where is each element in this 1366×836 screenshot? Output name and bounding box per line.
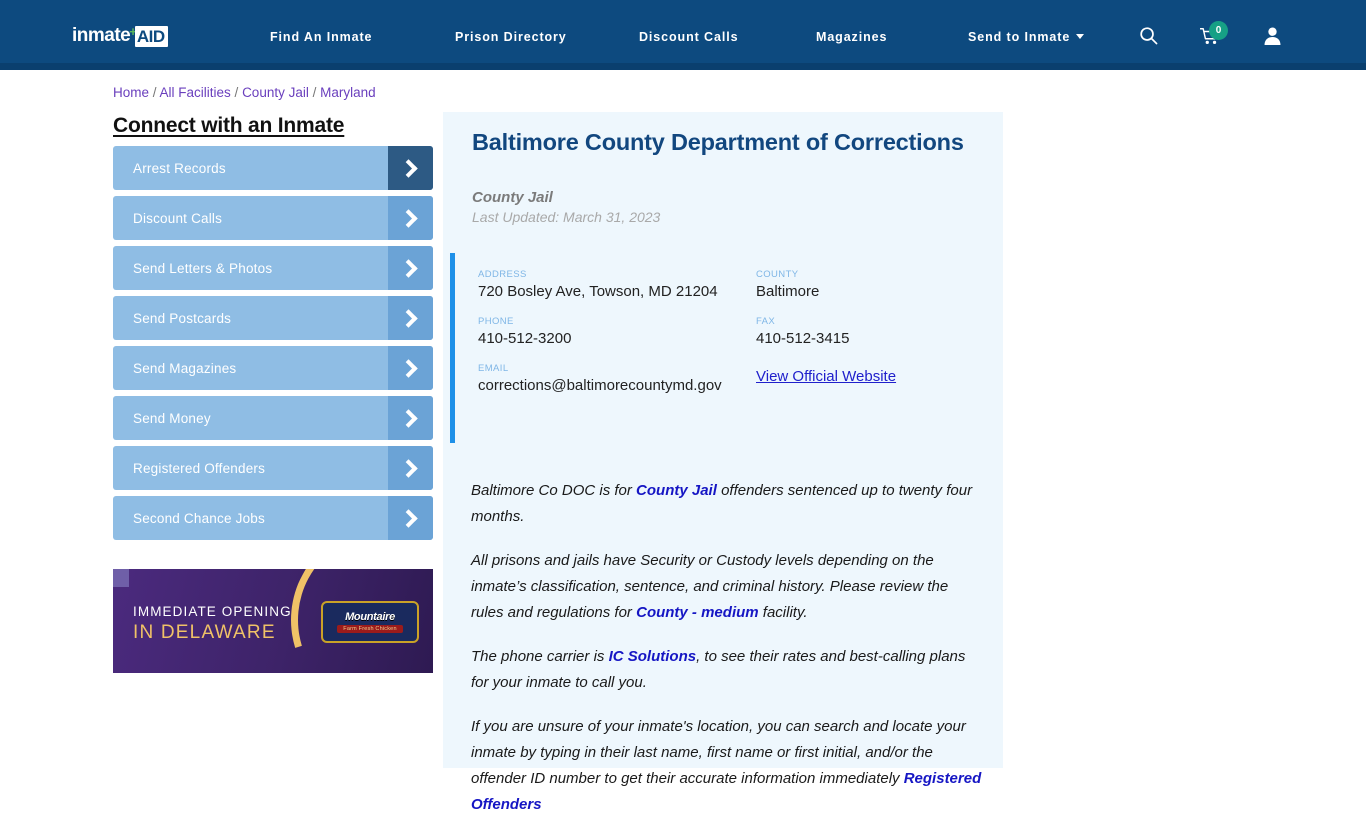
chevron-right-icon (388, 346, 433, 390)
body-text: Baltimore Co DOC is for (471, 482, 637, 499)
nav-item-discount-calls[interactable]: Discount Calls (639, 30, 738, 44)
ad-logo-name: Mountaire (345, 611, 395, 623)
chevron-right-icon (388, 496, 433, 540)
chevron-right-icon (388, 446, 433, 490)
phone-value[interactable]: 410-512-3200 (478, 330, 728, 348)
info-accent-bar (450, 253, 455, 443)
highlighted-link-text[interactable]: County - medium (636, 604, 759, 621)
breadcrumb: Home / All Facilities / County Jail / Ma… (113, 85, 376, 100)
chevron-down-icon (1076, 34, 1085, 39)
advertisement-banner[interactable]: IMMEDIATE OPENING IN DELAWARE Mountaire … (113, 569, 433, 673)
website-field: View Official Website (756, 362, 976, 386)
county-field: COUNTY Baltimore (756, 268, 976, 301)
facility-description: Baltimore Co DOC is for County Jail offe… (471, 478, 984, 836)
sidebar-item-send-magazines[interactable]: Send Magazines (113, 346, 433, 390)
cart-count-badge: 0 (1209, 21, 1228, 40)
sidebar-item-label: Arrest Records (133, 160, 226, 176)
logo-aid-box: AID (134, 25, 168, 47)
fax-label: FAX (756, 316, 776, 327)
info-column-right: COUNTY Baltimore FAX 410-512-3415 View O… (756, 268, 976, 400)
breadcrumb-separator: / (308, 85, 321, 100)
ad-headline-2: IN DELAWARE (133, 622, 276, 643)
body-text: If you are unsure of your inmate's locat… (471, 718, 966, 787)
county-label: COUNTY (756, 269, 799, 280)
facility-type: County Jail (472, 189, 553, 206)
nav-item-find-an-inmate[interactable]: Find An Inmate (270, 30, 372, 44)
view-official-website-link[interactable]: View Official Website (756, 368, 896, 385)
site-logo[interactable]: inmate + AID (72, 24, 168, 48)
sidebar-item-registered-offenders[interactable]: Registered Offenders (113, 446, 433, 490)
description-paragraph: All prisons and jails have Security or C… (471, 548, 984, 626)
chevron-right-icon (388, 246, 433, 290)
address-label: ADDRESS (478, 269, 527, 280)
ad-logo-tagline: Farm Fresh Chicken (337, 625, 403, 633)
breadcrumb-item-maryland[interactable]: Maryland (320, 85, 376, 100)
search-icon[interactable] (1139, 26, 1158, 50)
sidebar-item-discount-calls[interactable]: Discount Calls (113, 196, 433, 240)
description-paragraph: The phone carrier is IC Solutions, to se… (471, 644, 984, 696)
last-updated-text: Last Updated: March 31, 2023 (472, 209, 661, 225)
ad-corner-accent (113, 569, 129, 587)
ad-text-block: IMMEDIATE OPENING IN DELAWARE (133, 603, 292, 645)
highlighted-link-text[interactable]: IC Solutions (609, 648, 697, 665)
sidebar-item-arrest-records[interactable]: Arrest Records (113, 146, 433, 190)
sidebar-item-label: Send Postcards (133, 310, 232, 326)
breadcrumb-item-county-jail[interactable]: County Jail (242, 85, 309, 100)
sidebar-item-send-money[interactable]: Send Money (113, 396, 433, 440)
body-text: facility. (758, 604, 808, 621)
ad-advertiser-logo: Mountaire Farm Fresh Chicken (321, 601, 419, 643)
logo-word: inmate (72, 25, 131, 46)
sidebar-item-second-chance-jobs[interactable]: Second Chance Jobs (113, 496, 433, 540)
user-icon[interactable] (1263, 26, 1282, 51)
ad-headline-1: IMMEDIATE OPENING (133, 604, 292, 619)
address-field: ADDRESS 720 Bosley Ave, Towson, MD 21204 (478, 268, 728, 301)
sidebar-item-label: Second Chance Jobs (133, 510, 265, 526)
county-value: Baltimore (756, 283, 820, 300)
info-column-left: ADDRESS 720 Bosley Ave, Towson, MD 21204… (478, 268, 728, 409)
breadcrumb-separator: / (230, 85, 243, 100)
nav-item-magazines[interactable]: Magazines (816, 30, 887, 44)
breadcrumb-separator: / (149, 85, 160, 100)
sidebar-heading: Connect with an Inmate (113, 114, 345, 137)
sidebar-item-label: Send Letters & Photos (133, 260, 273, 276)
fax-value: 410-512-3415 (756, 330, 850, 347)
email-label: EMAIL (478, 363, 509, 374)
email-field: EMAIL corrections@baltimorecountymd.gov (478, 362, 728, 395)
site-header: inmate + AID Find An Inmate Prison Direc… (0, 0, 1366, 63)
highlighted-link-text[interactable]: County Jail (636, 482, 717, 499)
sidebar-item-label: Send Money (133, 410, 211, 426)
header-bottom-strip (0, 63, 1366, 70)
description-paragraph: If you are unsure of your inmate's locat… (471, 714, 984, 818)
nav-item-send-to-inmate[interactable]: Send to Inmate (968, 30, 1085, 44)
phone-label: PHONE (478, 316, 514, 327)
sidebar-item-label: Discount Calls (133, 210, 223, 226)
nav-item-send-to-inmate-label: Send to Inmate (968, 30, 1071, 44)
chevron-right-icon (388, 196, 433, 240)
chevron-right-icon (388, 396, 433, 440)
sidebar-menu: Arrest Records Discount Calls Send Lette… (113, 146, 433, 546)
fax-field: FAX 410-512-3415 (756, 315, 976, 348)
breadcrumb-item-home[interactable]: Home (113, 85, 149, 100)
sidebar-item-send-letters-photos[interactable]: Send Letters & Photos (113, 246, 433, 290)
sidebar-item-label: Registered Offenders (133, 460, 266, 476)
page-title: Baltimore County Department of Correctio… (472, 129, 964, 155)
body-text: The phone carrier is (471, 648, 609, 665)
chevron-right-icon (388, 296, 433, 340)
phone-field: PHONE 410-512-3200 (478, 315, 728, 348)
sidebar-item-send-postcards[interactable]: Send Postcards (113, 296, 433, 340)
sidebar-item-label: Send Magazines (133, 360, 237, 376)
email-value[interactable]: corrections@baltimorecountymd.gov (478, 377, 728, 395)
description-paragraph: Baltimore Co DOC is for County Jail offe… (471, 478, 984, 530)
address-value: 720 Bosley Ave, Towson, MD 21204 (478, 283, 718, 300)
nav-item-prison-directory[interactable]: Prison Directory (455, 30, 567, 44)
chevron-right-icon (388, 146, 433, 190)
breadcrumb-item-all-facilities[interactable]: All Facilities (160, 85, 231, 100)
